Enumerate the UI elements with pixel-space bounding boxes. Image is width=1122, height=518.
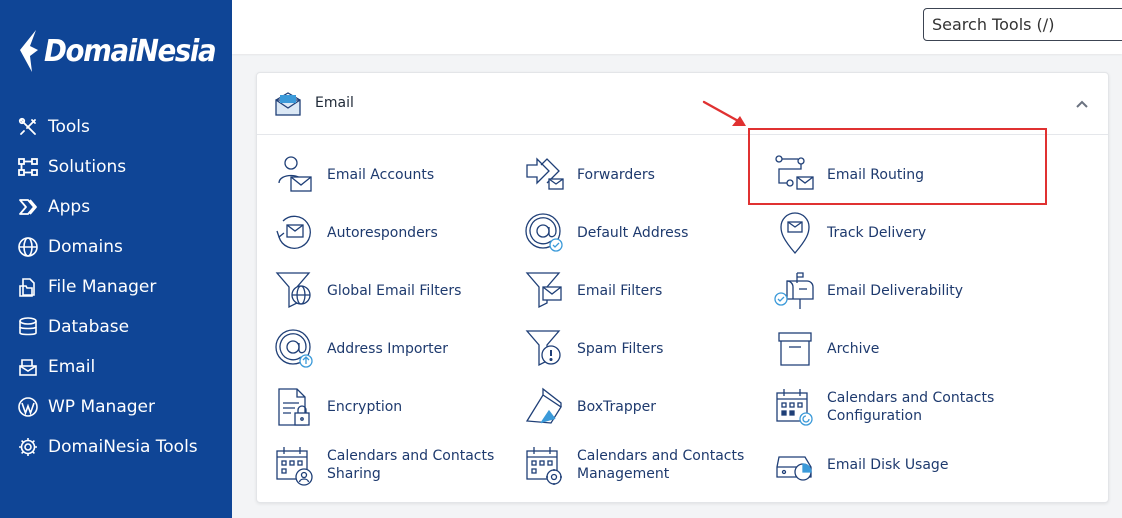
domainesia-logo-icon: [20, 30, 38, 72]
sidebar-item-wp-manager[interactable]: WP Manager: [0, 387, 232, 427]
tool-encryption[interactable]: Encryption: [273, 382, 513, 432]
sidebar-item-email[interactable]: Email: [0, 347, 232, 387]
sidebar-nav: Tools Solutions Apps Domains File Manage…: [0, 107, 232, 467]
tool-calendars-contacts-management[interactable]: Calendars and Contacts Management: [523, 440, 763, 490]
solutions-icon: [18, 158, 38, 176]
calendar-management-icon: [526, 447, 562, 485]
globe-icon: [18, 237, 38, 257]
tool-email-disk-usage[interactable]: Email Disk Usage: [773, 440, 1013, 490]
global-filter-icon: [275, 272, 311, 309]
database-icon: [19, 317, 37, 336]
search-tools-input[interactable]: [923, 8, 1122, 41]
tool-boxtrapper[interactable]: BoxTrapper: [523, 382, 763, 432]
section-title: Email: [315, 95, 354, 111]
sidebar-item-label: Solutions: [48, 157, 127, 177]
apps-icon: [19, 199, 37, 215]
tool-label: Email Accounts: [327, 167, 435, 183]
chevron-up-icon[interactable]: [1074, 97, 1090, 111]
tool-email-accounts[interactable]: Email Accounts: [273, 150, 513, 200]
tool-global-email-filters[interactable]: Global Email Filters: [273, 266, 513, 316]
sidebar-item-tools[interactable]: Tools: [0, 107, 232, 147]
tool-autoresponders[interactable]: Autoresponders: [273, 208, 513, 258]
gear-icon: [19, 438, 37, 456]
annotation-arrow-icon: [702, 100, 746, 126]
calendar-sharing-icon: [276, 447, 313, 486]
file-manager-icon: [19, 278, 35, 297]
tool-address-importer[interactable]: Address Importer: [273, 324, 513, 374]
track-delivery-icon: [780, 212, 810, 254]
tool-label: Autoresponders: [327, 225, 438, 241]
sidebar-item-solutions[interactable]: Solutions: [0, 147, 232, 187]
tool-forwarders[interactable]: Forwarders: [523, 150, 763, 200]
disk-usage-icon: [776, 456, 812, 481]
sidebar-item-label: WP Manager: [48, 397, 155, 417]
calendar-config-icon: [776, 389, 813, 426]
tools-icon: [18, 117, 36, 135]
sidebar-item-database[interactable]: Database: [0, 307, 232, 347]
email-icon: [19, 359, 37, 376]
sidebar-item-label: DomaiNesia Tools: [48, 437, 198, 457]
sidebar-item-domainesia-tools[interactable]: DomaiNesia Tools: [0, 427, 232, 467]
top-bar: [232, 0, 1122, 54]
tool-label: Calendars and Contacts Management: [577, 448, 745, 482]
tool-email-filters[interactable]: Email Filters: [523, 266, 763, 316]
brand-name: DomaiNesia: [44, 33, 217, 69]
tool-label: Email Filters: [577, 283, 663, 299]
wordpress-icon: [18, 397, 38, 417]
sidebar-item-apps[interactable]: Apps: [0, 187, 232, 227]
tool-label: Calendars and Contacts Sharing: [327, 448, 495, 482]
spam-filter-icon: [525, 330, 561, 367]
tool-label: Default Address: [577, 225, 689, 241]
address-importer-icon: [275, 329, 313, 368]
sidebar-item-label: Tools: [48, 117, 90, 137]
sidebar-item-label: Email: [48, 357, 96, 377]
tool-label: Global Email Filters: [327, 283, 462, 299]
autoresponders-icon: [276, 215, 311, 249]
tool-default-address[interactable]: Default Address: [523, 208, 763, 258]
tool-calendars-contacts-sharing[interactable]: Calendars and Contacts Sharing: [273, 440, 513, 490]
sidebar: DomaiNesia Tools Solutions Apps Domains: [0, 0, 232, 518]
mailbox-icon: [774, 272, 814, 309]
boxtrapper-icon: [525, 387, 562, 424]
tool-spam-filters[interactable]: Spam Filters: [523, 324, 763, 374]
tool-label: Encryption: [327, 399, 403, 415]
tool-calendars-contacts-configuration[interactable]: Calendars and Contacts Configuration: [773, 382, 1013, 432]
brand-logo[interactable]: DomaiNesia: [16, 26, 230, 76]
tool-label: Track Delivery: [827, 225, 927, 241]
tool-label: Email Disk Usage: [827, 457, 949, 473]
sidebar-item-domains[interactable]: Domains: [0, 227, 232, 267]
tool-track-delivery[interactable]: Track Delivery: [773, 208, 1013, 258]
email-section-icon: [275, 92, 301, 116]
email-accounts-icon: [278, 156, 312, 192]
section-header[interactable]: Email: [257, 73, 1108, 135]
tool-label: Archive: [827, 341, 880, 357]
forwarders-icon: [526, 157, 564, 190]
tool-label: BoxTrapper: [577, 399, 656, 415]
tool-label: Address Importer: [327, 341, 449, 357]
sidebar-item-label: Apps: [48, 197, 91, 217]
tool-label: Email Deliverability: [827, 283, 964, 299]
sidebar-item-file-manager[interactable]: File Manager: [0, 267, 232, 307]
encryption-icon: [278, 388, 310, 426]
sidebar-item-label: File Manager: [48, 277, 157, 297]
annotation-highlight-box: [748, 128, 1047, 205]
sidebar-item-label: Database: [48, 317, 130, 337]
tool-label: Calendars and Contacts Configuration: [827, 390, 995, 424]
tool-archive[interactable]: Archive: [773, 324, 1013, 374]
email-filter-icon: [525, 272, 562, 309]
archive-icon: [778, 332, 812, 366]
tool-label: Forwarders: [577, 167, 655, 183]
sidebar-item-label: Domains: [48, 237, 123, 257]
tool-email-deliverability[interactable]: Email Deliverability: [773, 266, 1013, 316]
default-address-icon: [525, 213, 563, 252]
tool-label: Spam Filters: [577, 341, 664, 357]
